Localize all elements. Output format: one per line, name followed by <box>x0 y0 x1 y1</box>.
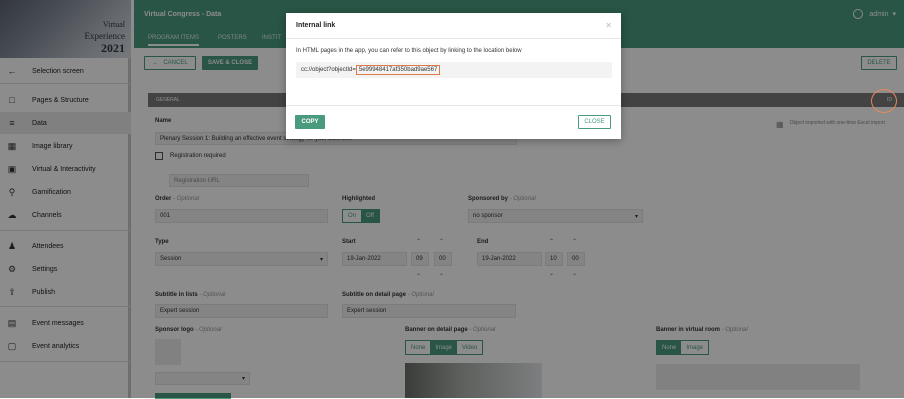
close-button[interactable]: CLOSE <box>578 115 611 129</box>
id-highlight-circle <box>871 89 897 113</box>
close-icon[interactable]: ✕ <box>605 21 612 30</box>
link-prefix: cc://object?objectId= <box>301 67 356 73</box>
dialog-title: Internal link <box>296 22 336 29</box>
copy-button[interactable]: COPY <box>295 115 325 129</box>
dialog-description: In HTML pages in the app, you can refer … <box>296 48 522 54</box>
object-id: 5e99948417af350bad9ae567 <box>355 65 441 75</box>
internal-link-dialog: Internal link ✕ In HTML pages in the app… <box>286 13 621 139</box>
object-link-field[interactable]: cc://object?objectId= 5e99948417af350bad… <box>296 62 612 78</box>
